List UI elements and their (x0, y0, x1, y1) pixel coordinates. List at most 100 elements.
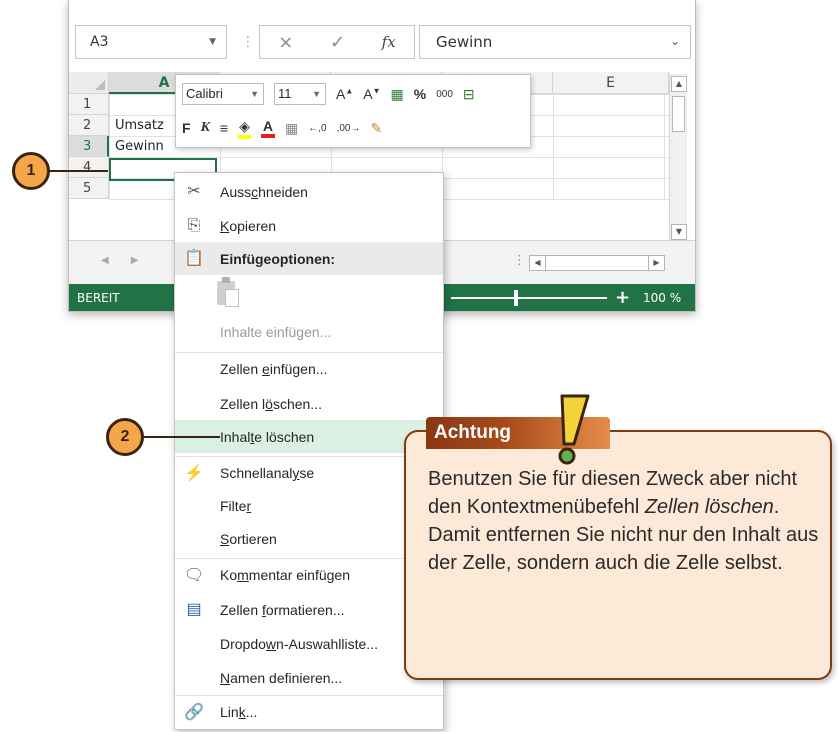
sheet-nav-icons[interactable]: ◀▶ (101, 255, 160, 266)
fill-color-icon[interactable]: ◈ (238, 118, 251, 139)
format-painter-icon[interactable]: ✎ (370, 120, 382, 137)
cancel-icon[interactable]: × (278, 32, 293, 53)
scroll-down-icon[interactable]: ▼ (671, 224, 687, 240)
select-all-corner[interactable] (69, 72, 109, 94)
font-name-select[interactable]: Calibri ▼ (182, 83, 264, 105)
comment-icon: 🗨 (183, 567, 205, 584)
menu-item-label: Link... (220, 704, 258, 720)
menu-item-label: Dropdown-Auswahlliste... (220, 635, 378, 652)
formula-buttons: × ✓ fx (259, 25, 415, 59)
mini-toolbar: Calibri ▼ 11 ▼ A▲ A▼ ▦ % 000 ⊟ F K ≡ ◈ A… (175, 74, 531, 148)
scroll-left-icon[interactable]: ◀ (530, 256, 546, 270)
chevron-down-icon[interactable]: ▼ (250, 84, 259, 104)
link-icon: 🔗 (184, 704, 204, 721)
menu-item-insert-comment[interactable]: 🗨 Kommentar einfügen (175, 558, 443, 591)
callout-badge-2: 2 (106, 418, 144, 456)
row-header-1[interactable]: 1 (69, 94, 109, 115)
menu-item-label: Kopieren (220, 217, 277, 234)
increase-font-icon[interactable]: A▲ (336, 86, 353, 102)
menu-header-paste-options: 📋 Einfügeoptionen: (175, 242, 443, 275)
menu-item-label: Kommentar einfügen (220, 567, 350, 583)
menu-item-delete-cells[interactable]: Zellen löschen... (175, 387, 443, 420)
menu-item-insert-cells[interactable]: Zellen einfügen... (175, 352, 443, 385)
mini-toolbar-row-1: Calibri ▼ 11 ▼ A▲ A▼ ▦ % 000 ⊟ (182, 81, 475, 107)
row-header-2[interactable]: 2 (69, 115, 109, 136)
clipboard-icon: 📋 (184, 250, 204, 267)
thousands-separator-button[interactable]: 000 (436, 89, 453, 100)
font-size-select[interactable]: 11 ▼ (274, 83, 326, 105)
paste-icon[interactable] (217, 277, 241, 307)
menu-item-quick-analysis[interactable]: ⚡ Schnellanalyse (175, 456, 443, 489)
scroll-right-icon[interactable]: ▶ (648, 256, 664, 270)
expand-formula-icon[interactable]: ⌄ (670, 34, 680, 48)
name-box-value: A3 (90, 34, 109, 50)
enter-icon[interactable]: ✓ (330, 32, 345, 53)
menu-item-dropdown-list[interactable]: Dropdown-Auswahlliste... (175, 627, 443, 660)
formula-bar: A3 ▼ ⋮ × ✓ fx Gewinn ⌄ (69, 22, 695, 62)
copy-icon: ⎘ (187, 217, 201, 234)
number-format-icon[interactable]: ▦ (391, 86, 404, 103)
horizontal-scrollbar[interactable]: ◀ ▶ (529, 255, 665, 271)
zoom-slider-track[interactable] (451, 297, 607, 299)
callout-leader-line (144, 436, 220, 438)
menu-item-label: Ausschneiden (220, 183, 308, 200)
italic-button[interactable]: K (201, 120, 210, 136)
menu-item-label: Zellen löschen... (220, 395, 322, 412)
zoom-level[interactable]: 100 % (643, 284, 681, 311)
scissors-icon: ✂ (187, 183, 201, 200)
scroll-thumb[interactable] (672, 96, 685, 132)
menu-item-paste-special: Inhalte einfügen... (175, 315, 443, 348)
name-box[interactable]: A3 ▼ (75, 25, 227, 59)
row-header-5[interactable]: 5 (69, 178, 109, 199)
percent-style-button[interactable]: % (414, 86, 426, 102)
cell-a3[interactable]: Gewinn (115, 139, 164, 154)
ribbon-edge (69, 0, 695, 22)
menu-item-format-cells[interactable]: ▤ Zellen formatieren... (175, 593, 443, 626)
merge-center-icon[interactable]: ⊟ (463, 86, 475, 103)
paste-options-label: Einfügeoptionen: (220, 250, 336, 267)
callout-badge-1: 1 (12, 152, 50, 190)
bold-button[interactable]: F (182, 120, 191, 136)
menu-item-define-name[interactable]: Namen definieren... (175, 661, 443, 694)
splitter-icon[interactable]: ⋮ (513, 253, 526, 268)
callout-leader-line (50, 170, 108, 172)
column-header-e[interactable]: E (553, 72, 669, 94)
decrease-decimal-icon[interactable]: ,00→ (337, 123, 361, 134)
chevron-down-icon[interactable]: ▼ (312, 84, 321, 104)
menu-item-label: Schnellanalyse (220, 465, 315, 481)
font-name-value: Calibri (186, 86, 223, 101)
row-header-4[interactable]: 4 (69, 157, 109, 178)
menu-item-label: Zellen einfügen... (220, 361, 328, 377)
vertical-scrollbar[interactable]: ▲ ▼ (669, 74, 687, 242)
insert-function-icon[interactable]: fx (382, 33, 396, 51)
menu-item-sort[interactable]: Sortieren (175, 522, 443, 555)
font-color-icon[interactable]: A (260, 118, 275, 138)
scroll-up-icon[interactable]: ▲ (671, 76, 687, 92)
decrease-font-icon[interactable]: A▼ (363, 86, 380, 102)
row-header-3[interactable]: 3 (69, 136, 109, 157)
increase-decimal-icon[interactable]: ←,0 (308, 123, 326, 134)
font-size-value: 11 (278, 86, 292, 101)
menu-item-link[interactable]: 🔗 Link... (175, 695, 443, 728)
borders-icon[interactable]: ▦ (285, 120, 298, 137)
menu-item-label: Sortieren (220, 530, 277, 547)
chevron-down-icon[interactable]: ▼ (209, 37, 216, 47)
zoom-slider-thumb[interactable] (514, 290, 518, 306)
formula-value: Gewinn (436, 33, 493, 51)
menu-item-label: Namen definieren... (220, 669, 343, 686)
menu-item-label: Filter (220, 497, 252, 514)
menu-item-copy[interactable]: ⎘ Kopieren (175, 209, 443, 242)
menu-item-filter[interactable]: Filter (175, 489, 443, 522)
quick-analysis-icon: ⚡ (184, 465, 204, 482)
zoom-in-icon[interactable]: + (615, 284, 630, 311)
align-icon[interactable]: ≡ (220, 120, 228, 136)
menu-item-cut[interactable]: ✂ Ausschneiden (175, 175, 443, 208)
format-cells-icon: ▤ (186, 601, 202, 618)
menu-item-label: Inhalte löschen (220, 428, 315, 445)
exclamation-icon (558, 394, 590, 465)
warning-note-text: Benutzen Sie für diesen Zweck aber nicht… (428, 468, 819, 574)
menu-item-label: Inhalte einfügen... (220, 323, 332, 340)
cell-a2[interactable]: Umsatz (115, 118, 164, 133)
separator-icon: ⋮ (241, 34, 255, 50)
formula-input[interactable]: Gewinn ⌄ (419, 25, 691, 59)
